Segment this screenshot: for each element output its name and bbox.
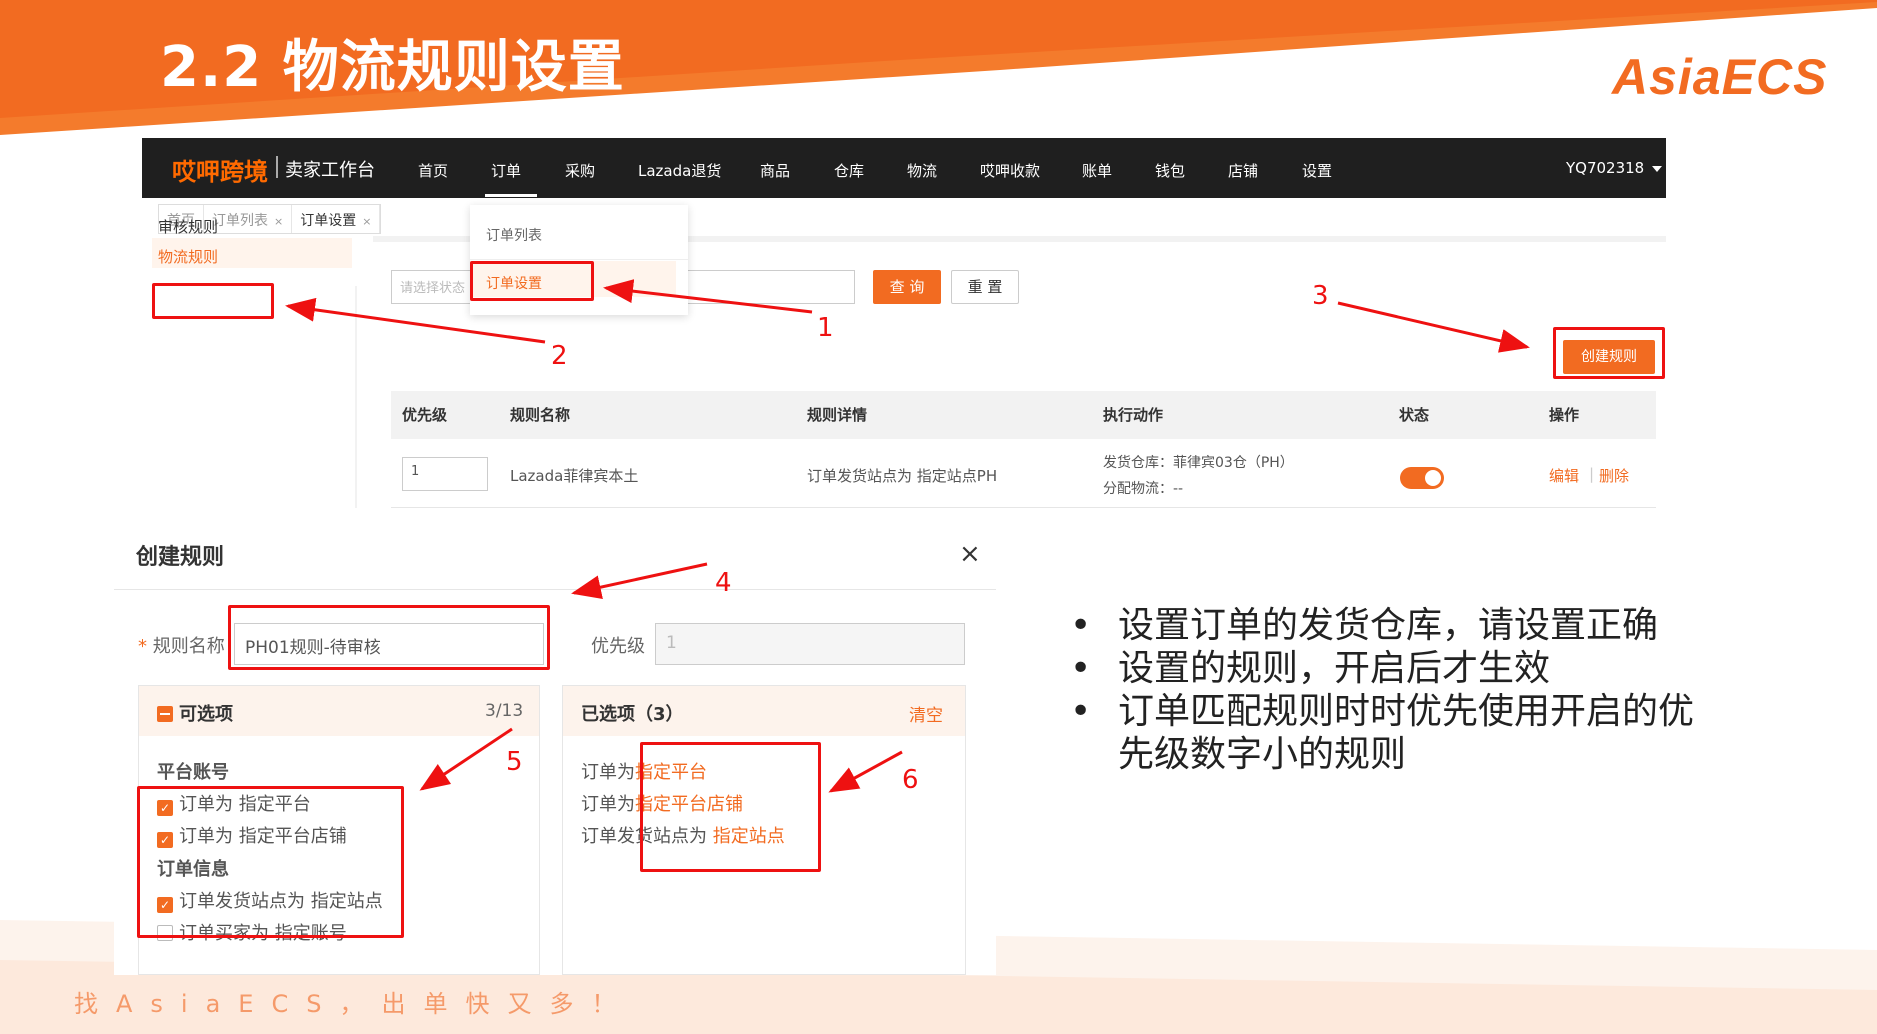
annotation-arrows xyxy=(285,279,1530,793)
arrow-4 xyxy=(571,562,708,599)
bullet-item: • 订单匹配规则时时优先使用开启的优先级数字小的规则 xyxy=(1070,691,1695,775)
bullet-item: • 设置订单的发货仓库，请设置正确 xyxy=(1070,605,1659,646)
annotation-number-6: 6 xyxy=(902,765,919,795)
arrow-3 xyxy=(1337,301,1530,353)
bullet-item: • 设置的规则，开启后才生效 xyxy=(1070,648,1551,689)
annotation-number-4: 4 xyxy=(715,568,732,598)
annotation-number-3: 3 xyxy=(1312,281,1329,311)
slide: 2.2 物流规则设置 AsiaECS 找AsiaECS，出单快又多！ 哎呷跨境 … xyxy=(0,0,1877,1034)
annotation-number-5: 5 xyxy=(506,747,523,777)
arrow-6 xyxy=(828,750,903,793)
annotation-number-2: 2 xyxy=(551,341,568,371)
annotation-number-1: 1 xyxy=(817,313,834,343)
arrow-1 xyxy=(603,279,813,314)
bullet-list: • 设置订单的发货仓库，请设置正确 • 设置的规则，开启后才生效 • 订单匹配规则时时… xyxy=(1070,604,1710,776)
arrow-5 xyxy=(419,727,513,791)
arrow-2 xyxy=(285,297,546,344)
